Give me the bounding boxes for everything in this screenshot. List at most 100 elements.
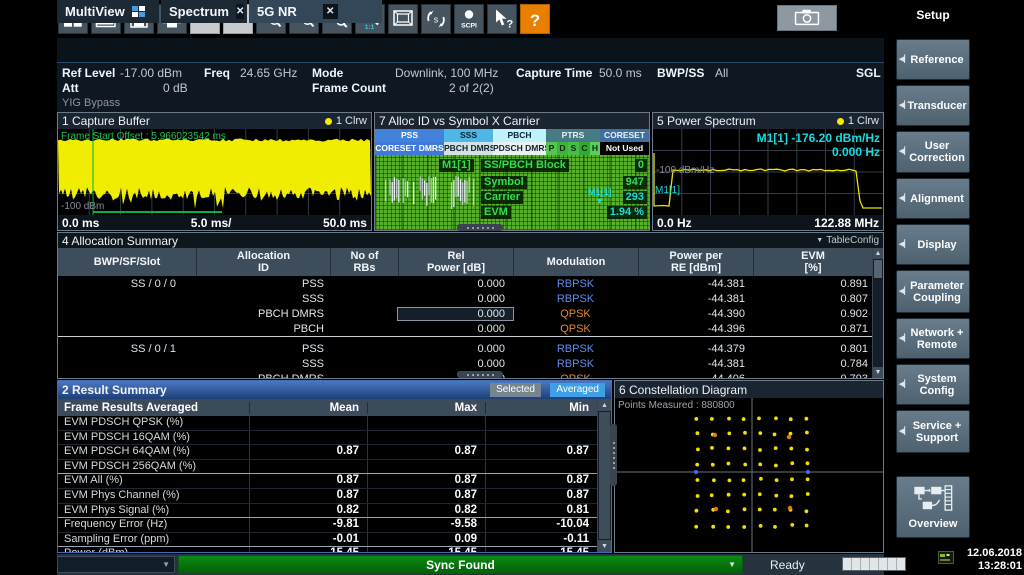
close-icon[interactable]: ✕ <box>236 4 244 19</box>
tab-5gnr[interactable]: 5G NR ✕ <box>249 0 382 23</box>
scroll-down-icon[interactable]: ▼ <box>873 367 883 378</box>
allocation-row[interactable]: PBCH DMRS0.000QPSK-44.3900.902 <box>58 306 872 321</box>
tab-label: MultiView <box>65 4 125 19</box>
column-header-max[interactable]: Max <box>367 402 485 414</box>
sync-status-text: Sync Found <box>426 558 495 572</box>
result-row[interactable]: EVM PDSCH 64QAM (%)0.870.870.87 <box>58 445 597 460</box>
column-header-modulation[interactable]: Modulation <box>513 248 638 276</box>
column-header-mean[interactable]: Mean <box>249 402 367 414</box>
result-row[interactable]: EVM Phys Channel (%)0.870.870.87 <box>58 489 597 504</box>
result-cell: -9.81 <box>249 518 367 532</box>
softkey-alignment[interactable]: ◀▏Alignment <box>896 178 970 219</box>
softkey-system-config[interactable]: ◀▏System Config <box>896 364 970 405</box>
softkey-display[interactable]: ◀▏Display <box>896 224 970 265</box>
alloc-cell: 0.000 <box>398 293 513 305</box>
splitter-handle[interactable] <box>457 224 503 231</box>
result-summary-panel: 2 Result Summary Selected Averaged Frame… <box>57 380 612 553</box>
help-button[interactable]: ? <box>520 4 550 34</box>
sequencer-button[interactable]: s <box>421 4 451 34</box>
softkey-parameter-coupling[interactable]: ◀▏Parameter Coupling <box>896 270 970 313</box>
alloc-cell: -44.381 <box>638 278 753 290</box>
result-row[interactable]: EVM PDSCH QPSK (%) <box>58 416 597 431</box>
column-header-allocation[interactable]: AllocationID <box>196 248 330 276</box>
context-help-button[interactable]: ? <box>487 4 517 34</box>
close-icon[interactable]: ✕ <box>323 4 338 19</box>
result-cell: 0.87 <box>367 445 485 459</box>
panel-title: 6 Constellation Diagram <box>619 383 747 397</box>
scroll-up-icon[interactable]: ▲ <box>598 399 611 411</box>
display-frame-button[interactable] <box>388 4 418 34</box>
result-row[interactable]: Sampling Error (ppm)-0.010.09-0.11 <box>58 533 597 548</box>
result-row[interactable]: Frequency Error (Hz)-9.81-9.58-10.04 <box>58 518 597 533</box>
result-cell: 0.87 <box>249 445 367 459</box>
status-dropdown[interactable]: ▼ <box>57 556 175 573</box>
alloc-cell: 0.801 <box>753 343 872 355</box>
sync-status-bar[interactable]: ▼ Sync Found <box>178 555 743 574</box>
ref-level-value: -17.00 dBm <box>120 66 182 80</box>
legend-item-pbch-dmrs: PBCH DMRS <box>444 142 493 155</box>
freq-label: Freq <box>204 66 230 80</box>
scroll-down-icon[interactable]: ▼ <box>598 540 611 552</box>
bwp-label: BWP/SS <box>657 66 704 80</box>
column-header-frame-results-averaged[interactable]: Frame Results Averaged <box>58 402 249 414</box>
legend-item-coreset: CORESET <box>600 129 649 142</box>
column-header-rel[interactable]: RelPower [dB] <box>398 248 513 276</box>
allocation-scrollbar[interactable]: ▲ ▼ <box>872 248 883 378</box>
scrollbar-thumb[interactable] <box>599 412 610 539</box>
marker-field-label: Symbol <box>481 176 527 189</box>
scroll-up-icon[interactable]: ▲ <box>873 248 883 259</box>
allocation-row[interactable]: PBCH0.000QPSK-44.3960.871 <box>58 321 872 336</box>
scrollbar-thumb[interactable] <box>874 260 882 278</box>
result-cell: EVM PDSCH 16QAM (%) <box>58 431 249 445</box>
column-header-bwp-sf-slot[interactable]: BWP/SF/Slot <box>58 248 196 276</box>
camera-icon <box>792 7 822 29</box>
result-row[interactable]: EVM Phys Signal (%)0.820.820.81 <box>58 504 597 519</box>
softkey-label: Transducer <box>907 100 966 112</box>
result-cell: -0.01 <box>249 533 367 547</box>
column-header-power-per[interactable]: Power perRE [dBm] <box>638 248 753 276</box>
overview-icon <box>911 484 955 515</box>
softkey-transducer[interactable]: ◀▏Transducer <box>896 85 970 126</box>
alloc-cell: QPSK <box>513 373 638 379</box>
allocation-row[interactable]: SS / 0 / 1PSS0.000RBPSK-44.3790.801 <box>58 341 872 356</box>
result-row[interactable]: EVM PDSCH 16QAM (%) <box>58 431 597 446</box>
result-cell: 0.82 <box>367 504 485 518</box>
ready-status: Ready <box>770 558 805 572</box>
alloc-cell: PSS <box>196 343 330 355</box>
result-cell <box>485 416 597 430</box>
tab-label: 5G NR <box>257 4 297 19</box>
softkey-reference[interactable]: ◀▏Reference <box>896 39 970 80</box>
panel-title: 5 Power Spectrum <box>657 114 756 128</box>
softkey-network-remote[interactable]: ◀▏Network + Remote <box>896 318 970 359</box>
allocation-row[interactable]: SSS0.000RBPSK-44.3810.784 <box>58 356 872 371</box>
screenshot-button[interactable] <box>777 5 837 31</box>
softkey-user-correction[interactable]: ◀▏User Correction <box>896 131 970 173</box>
softkey-service-support[interactable]: ◀▏Service + Support <box>896 410 970 453</box>
marker-field-value: 947 <box>623 176 647 189</box>
scpi-recorder-button[interactable]: SCPI <box>454 4 484 34</box>
allocation-row[interactable]: SSS0.000RBPSK-44.3810.807 <box>58 291 872 306</box>
table-config-button[interactable]: ▼ TableConfig <box>816 235 879 246</box>
column-header-no-of[interactable]: No ofRBs <box>330 248 398 276</box>
view-tab-selected[interactable]: Selected <box>490 383 541 397</box>
tab-multiview[interactable]: MultiView <box>57 0 159 23</box>
constellation-panel: 6 Constellation Diagram Points Measured … <box>614 380 884 553</box>
column-header-min[interactable]: Min <box>485 402 597 414</box>
splitter-handle[interactable] <box>610 424 617 486</box>
splitter-handle[interactable] <box>457 371 503 378</box>
overview-button[interactable]: Overview <box>896 476 970 538</box>
alloc-cell: SSS <box>196 358 330 370</box>
result-row[interactable]: Power (dBm)-15.45-15.45-15.45 <box>58 547 597 552</box>
panel-title-bar: 5 Power Spectrum 1 Clrw <box>653 113 883 129</box>
view-tab-averaged[interactable]: Averaged <box>550 383 605 397</box>
capture-buffer-panel: 1 Capture Buffer 1 Clrw Frame Start Offs… <box>57 112 372 231</box>
tab-spectrum[interactable]: Spectrum ✕ <box>161 0 247 23</box>
panel-title: 7 Alloc ID vs Symbol X Carrier <box>379 114 540 128</box>
allocation-row[interactable]: SS / 0 / 0PSS0.000RBPSK-44.3810.891 <box>58 276 872 291</box>
result-scrollbar[interactable]: ▲ ▼ <box>597 399 611 552</box>
result-row[interactable]: EVM All (%)0.870.870.87 <box>58 474 597 489</box>
result-row[interactable]: EVM PDSCH 256QAM (%) <box>58 460 597 475</box>
column-header-evm[interactable]: EVM[%] <box>753 248 872 276</box>
softkey-menu-title: Setup <box>896 8 970 22</box>
freq-value: 24.65 GHz <box>240 66 297 80</box>
